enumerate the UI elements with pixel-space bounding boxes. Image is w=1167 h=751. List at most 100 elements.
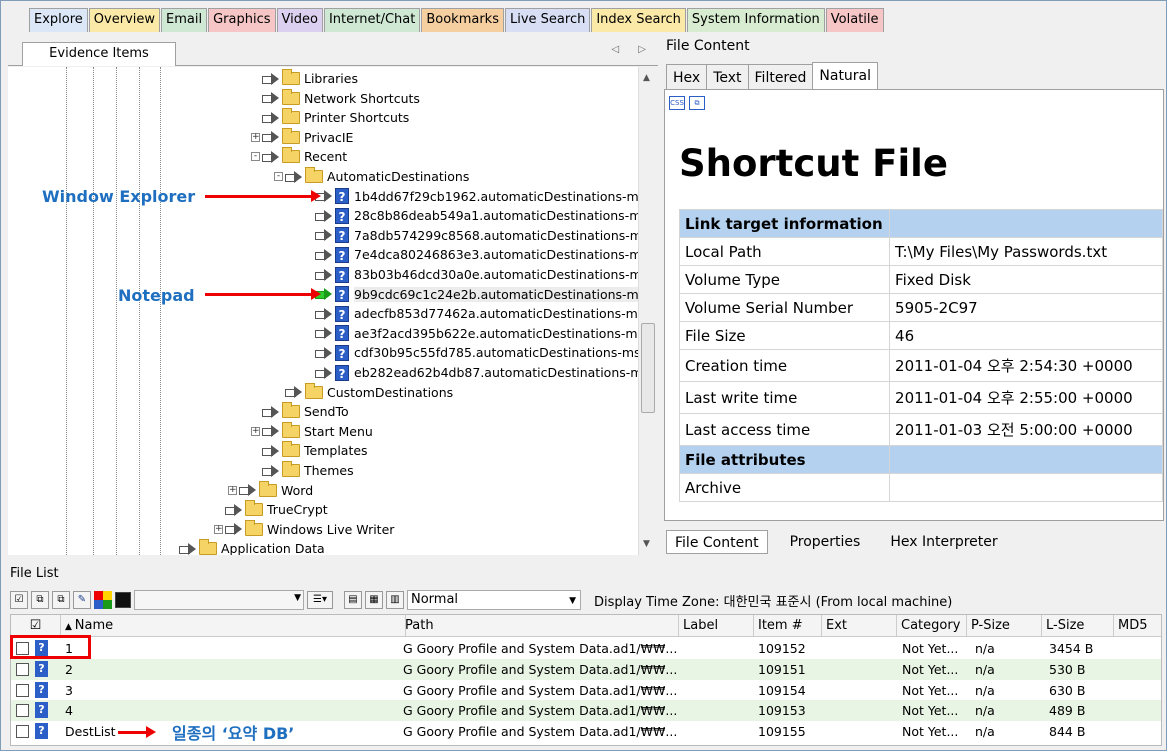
folder-icon — [245, 500, 263, 517]
tab-hex-interpreter[interactable]: Hex Interpreter — [882, 530, 1005, 554]
highlight-color-select[interactable]: ▼ — [134, 590, 304, 610]
tab-properties[interactable]: Properties — [782, 530, 869, 554]
expand-icon[interactable]: + — [214, 524, 223, 534]
columns-icon[interactable]: ▥ — [386, 591, 404, 609]
file-content-bottom-tabs: File Content Properties Hex Interpreter — [666, 530, 1020, 556]
tree-node[interactable]: ? 83b03b46dcd30a0e.automaticDestinations-… — [304, 265, 638, 284]
info-key: File attributes — [678, 445, 891, 474]
tree-node[interactable]: + Start Menu — [251, 421, 373, 441]
tab-system-information[interactable]: System Information — [686, 8, 825, 32]
tree-node[interactable]: ? 7e4dca80246863e3.automaticDestinations-… — [304, 245, 638, 264]
tab-filtered[interactable]: Filtered — [747, 64, 814, 90]
column-header-name[interactable]: ▲ Name — [61, 615, 406, 637]
column-header-label[interactable]: Label — [679, 615, 754, 637]
tab-evidence-items[interactable]: Evidence Items — [22, 42, 176, 66]
tree-node-label: Themes — [304, 463, 354, 478]
column-header-md5[interactable]: MD5 — [1114, 615, 1161, 637]
select-all-checkbox[interactable]: ☑ — [11, 615, 61, 637]
table-row[interactable]: ? 1 G Goory Profile and System Data.ad1/₩₩… — [11, 638, 1161, 659]
table-row[interactable]: ? 3 G Goory Profile and System Data.ad1/₩₩… — [11, 680, 1161, 701]
scroll-up-icon[interactable]: ▲ — [643, 73, 650, 83]
tree-node[interactable]: ? 7a8db574299c8568.automaticDestinations-… — [304, 226, 638, 245]
column-header-path[interactable]: Path — [401, 615, 679, 637]
tab-natural[interactable]: Natural — [812, 62, 879, 90]
tab-index-search[interactable]: Index Search — [591, 8, 686, 32]
pen-icon[interactable]: ✎ — [73, 591, 91, 609]
tab-file-content[interactable]: File Content — [666, 530, 768, 554]
expand-icon[interactable]: + — [251, 426, 260, 436]
color-picker-icon[interactable] — [94, 591, 112, 609]
column-header-category[interactable]: Category — [897, 615, 967, 637]
grid-header: ☑ ▲ Name Path Label Item # Ext Category P-Size… — [11, 615, 1161, 637]
row-checkbox[interactable] — [16, 704, 29, 718]
tree-node[interactable]: + Windows Live Writer — [214, 519, 394, 539]
tree-node[interactable]: ? cdf30b95c55fd785.automaticDestinations-… — [304, 343, 638, 362]
tab-explore[interactable]: Explore — [29, 8, 88, 32]
column-header-item-[interactable]: Item # — [754, 615, 822, 637]
cell-path: G Goory Profile and System Data.ad1/₩₩..… — [403, 682, 678, 698]
tree-node[interactable]: SendTo — [251, 402, 349, 421]
tree-node[interactable]: ? 28c8b86deab549a1.automaticDestinations-… — [304, 206, 638, 225]
table-row[interactable]: ? 2 G Goory Profile and System Data.ad1/₩₩… — [11, 658, 1161, 680]
copy-icon[interactable]: ⧉ — [31, 591, 49, 609]
row-checkbox[interactable] — [16, 662, 29, 676]
tab-email[interactable]: Email — [161, 8, 208, 32]
tree-node[interactable]: ? ae3f2acd395b622e.automaticDestinations-… — [304, 324, 638, 343]
table-row[interactable]: ? 4 G Goory Profile and System Data.ad1/₩₩… — [11, 700, 1161, 722]
scroll-down-icon[interactable]: ▼ — [643, 539, 650, 549]
window-icon[interactable]: ⧉ — [689, 96, 705, 110]
tree-scrollbar[interactable]: ▲ ▼ — [638, 67, 656, 555]
tab-bookmarks[interactable]: Bookmarks — [421, 8, 504, 32]
tree-node[interactable]: Libraries — [251, 69, 358, 88]
export-icon[interactable]: ▤ — [344, 591, 362, 609]
unknown-file-icon: ? — [35, 681, 48, 698]
tree-node[interactable]: CustomDestinations — [274, 382, 453, 402]
cell-psize: n/a — [975, 682, 995, 698]
css-icon[interactable]: CSS — [669, 96, 685, 110]
column-header-l-size[interactable]: L-Size — [1042, 615, 1114, 637]
tab-volatile[interactable]: Volatile — [825, 8, 884, 32]
tab-live-search[interactable]: Live Search — [504, 8, 591, 32]
tree-node[interactable]: ? 9b9cdc69c1c24e2b.automaticDestinations-… — [304, 285, 638, 304]
tab-internet-chat[interactable]: Internet/Chat — [323, 8, 421, 32]
folder-icon — [282, 88, 300, 105]
tree-node[interactable]: + PrivacIE — [251, 127, 353, 147]
view-mode-select[interactable]: Normal ▼ — [407, 590, 581, 610]
collapse-icon[interactable]: - — [251, 152, 260, 162]
tree-node[interactable]: + Word — [228, 480, 313, 500]
tree-node[interactable]: ? adecfb853d77462a.automaticDestinations-… — [304, 304, 638, 323]
expand-icon[interactable]: + — [228, 485, 237, 495]
folder-icon — [282, 441, 300, 458]
copy-multi-icon[interactable]: ⧉ — [52, 591, 70, 609]
scroll-thumb[interactable] — [641, 323, 655, 413]
row-checkbox[interactable] — [16, 725, 29, 739]
column-header-ext[interactable]: Ext — [822, 615, 897, 637]
folder-icon — [305, 382, 323, 399]
expand-icon[interactable]: + — [251, 132, 260, 142]
tree-node[interactable]: - Recent — [251, 147, 347, 166]
check-all-icon[interactable]: ☑ — [10, 591, 28, 609]
tree-node[interactable]: - AutomaticDestinations — [274, 167, 469, 186]
tab-hex[interactable]: Hex — [666, 64, 708, 90]
column-header-p-size[interactable]: P-Size — [967, 615, 1042, 637]
tree-node[interactable]: Themes — [251, 461, 354, 480]
tab-overview[interactable]: Overview — [88, 8, 161, 32]
tree-node[interactable]: TrueCrypt — [214, 500, 328, 519]
info-key: Link target information — [678, 209, 891, 238]
report-icon[interactable]: ▦ — [365, 591, 383, 609]
tree-node[interactable]: Printer Shortcuts — [251, 108, 409, 127]
tab-scroll-arrows[interactable]: ◁ ▷ — [611, 44, 654, 55]
tree-node[interactable]: ? 1b4dd67f29cb1962.automaticDestinations-… — [304, 187, 638, 206]
folder-icon — [282, 108, 300, 125]
tree-node[interactable]: Templates — [251, 441, 368, 460]
row-checkbox[interactable] — [16, 683, 29, 697]
tab-graphics[interactable]: Graphics — [208, 8, 276, 32]
tab-text[interactable]: Text — [706, 64, 749, 90]
tree-node[interactable]: ? eb282ead62b4db87.automaticDestinations-… — [304, 363, 638, 382]
collapse-icon[interactable]: - — [274, 172, 283, 181]
tree-node[interactable]: Application Data — [168, 539, 325, 555]
tab-video[interactable]: Video — [276, 8, 323, 32]
folder-icon — [199, 539, 217, 555]
column-settings-icon[interactable]: ☰▾ — [307, 591, 333, 609]
tree-node[interactable]: Network Shortcuts — [251, 88, 420, 108]
